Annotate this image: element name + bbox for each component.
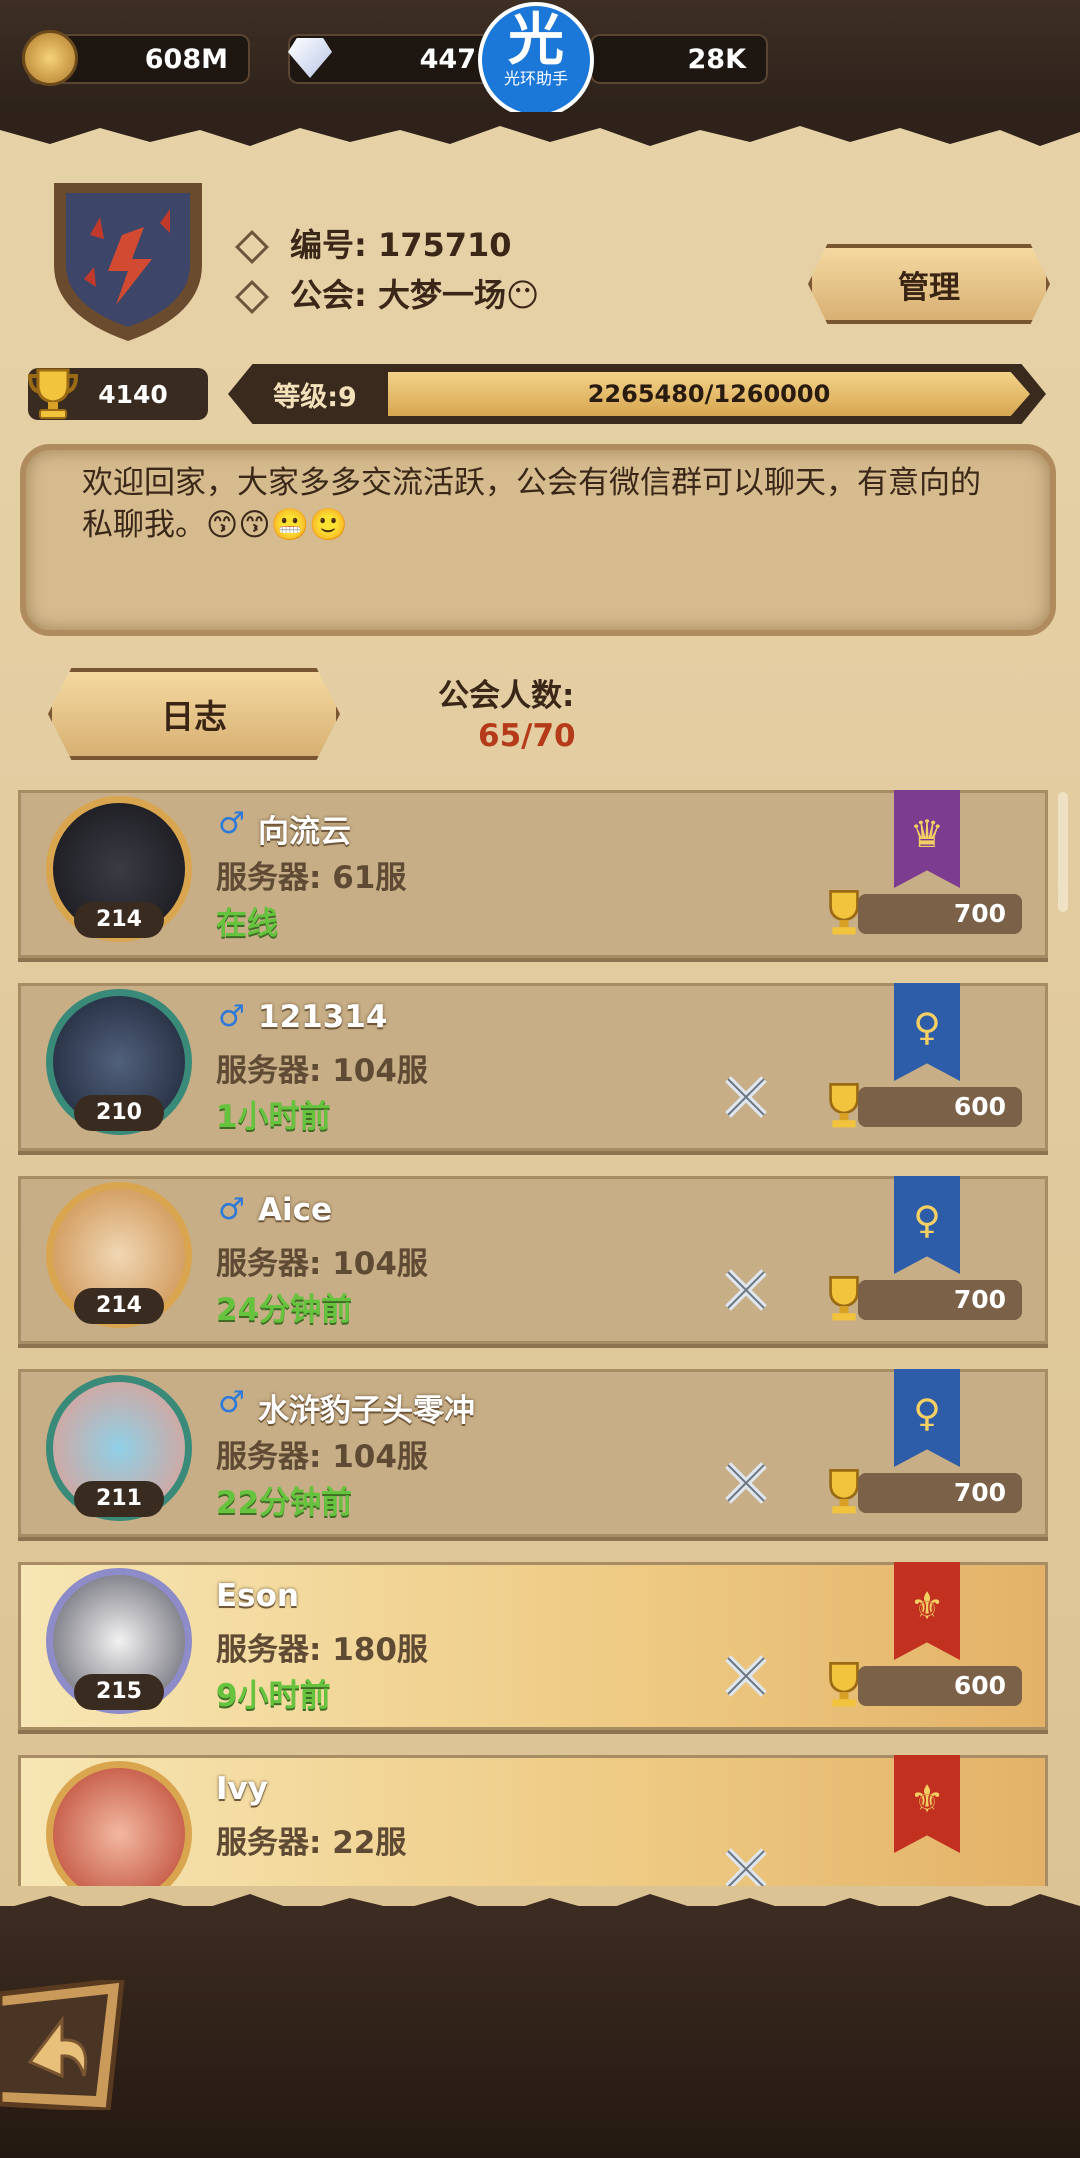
watermark-glyph: 光 [508,8,564,73]
guild-name-row: 公会: 大梦一场😶 [235,270,540,316]
member-server: 服务器: 104服 [216,1246,428,1282]
guild-notice-text: 欢迎回家，大家多多交流活跃，公会有微信群可以聊天，有意向的私聊我。😙😙😬🙂 [82,465,981,543]
member-level: 214 [74,902,164,938]
guild-name: 公会: 大梦一场😶 [290,276,540,314]
member-name: 向流云 [258,814,351,850]
bottom-bar [0,1906,1080,2158]
member-server: 服务器: 180服 [216,1632,428,1668]
member-card[interactable]: 210 ♂ 121314 服务器: 104服 1小时前 ♀ 600 [18,983,1048,1151]
member-card[interactable]: Ivy 服务器: 22服 ⚜ [18,1755,1048,1886]
member-card[interactable]: 214 ♂ 向流云 服务器: 61服 在线 ♛ 700 [18,790,1048,958]
member-list[interactable]: 214 ♂ 向流云 服务器: 61服 在线 ♛ 700 210 ♂ 121314… [0,790,1080,1886]
torn-edge [0,1894,1080,1928]
gold-amount: 608M [144,43,228,75]
gold-counter[interactable]: 608M [22,30,250,86]
male-icon: ♂ [218,806,245,841]
third-counter[interactable]: 28K [590,34,768,84]
guild-level: 等级:9 [273,381,357,413]
member-level: 210 [74,1095,164,1131]
member-trophies: 600 [858,1666,1022,1706]
watermark-text: 光环助手 [503,69,568,88]
male-icon: ♂ [218,1192,245,1227]
diamond-icon [288,38,332,78]
member-trophies: 700 [858,894,1022,934]
member-level: 215 [74,1674,164,1710]
guild-rank-banner-icon: ♀ [894,983,960,1081]
member-status: 1小时前 [216,1099,331,1135]
torn-edge [0,112,1080,146]
guild-rank-banner-icon: ♀ [894,1369,960,1467]
member-level: 211 [74,1481,164,1517]
member-card[interactable]: 214 ♂ Aice 服务器: 104服 24分钟前 ♀ 700 [18,1176,1048,1344]
member-name: Eson [216,1578,299,1614]
guild-rank-banner-icon: ⚜ [894,1562,960,1660]
crossed-swords-icon [725,1655,767,1697]
member-trophies: 700 [858,1280,1022,1320]
guild-emblem [54,183,202,341]
crossed-swords-icon [725,1076,767,1118]
male-icon: ♂ [218,999,245,1034]
crossed-swords-icon [725,1269,767,1311]
member-server: 服务器: 104服 [216,1053,428,1089]
member-card[interactable]: 211 ♂ 水浒豹子头零冲 服务器: 104服 22分钟前 ♀ 700 [18,1369,1048,1537]
guild-rank-banner-icon: ♀ [894,1176,960,1274]
guild-id-row: 编号: 175710 [235,220,512,266]
member-trophies: 600 [858,1087,1022,1127]
member-status: 在线 [216,906,278,942]
gold-coin-icon [22,30,78,86]
guild-rank-banner-icon: ⚜ [894,1755,960,1853]
trophy-icon [27,368,79,419]
member-name: 121314 [258,999,388,1035]
guild-id: 编号: 175710 [290,226,512,264]
member-avatar[interactable] [46,1761,192,1886]
bullet-diamond-icon [235,280,269,314]
member-name: Ivy [216,1771,268,1807]
member-status: 9小时前 [216,1678,331,1714]
member-server: 服务器: 61服 [216,860,407,896]
member-count: 65/70 [478,718,576,754]
diamond-amount: 447 [419,43,476,75]
member-server: 服务器: 104服 [216,1439,428,1475]
crossed-swords-icon [725,1848,767,1886]
guild-rank-banner-icon: ♛ [894,790,960,888]
log-button[interactable]: 日志 [48,668,340,760]
bullet-diamond-icon [235,230,269,264]
member-card[interactable]: 215 Eson 服务器: 180服 9小时前 ⚜ 600 [18,1562,1048,1730]
member-name: 水浒豹子头零冲 [258,1393,475,1429]
member-count-label: 公会人数: [438,678,575,714]
crossed-swords-icon [725,1462,767,1504]
male-icon: ♂ [218,1385,245,1420]
member-name: Aice [258,1192,333,1228]
third-amount: 28K [687,43,747,75]
member-trophies: 700 [858,1473,1022,1513]
watermark-logo: 光 光环助手 [478,2,594,118]
guild-level-progress: 2265480/1260000 [587,380,831,408]
member-server: 服务器: 22服 [216,1825,407,1861]
member-status: 22分钟前 [216,1485,353,1521]
scrollbar[interactable] [1058,792,1068,912]
diamond-counter[interactable]: 447 [288,34,498,84]
manage-button[interactable]: 管理 [808,244,1050,324]
member-level: 214 [74,1288,164,1324]
member-status: 24分钟前 [216,1292,353,1328]
back-button[interactable] [0,1980,132,2110]
